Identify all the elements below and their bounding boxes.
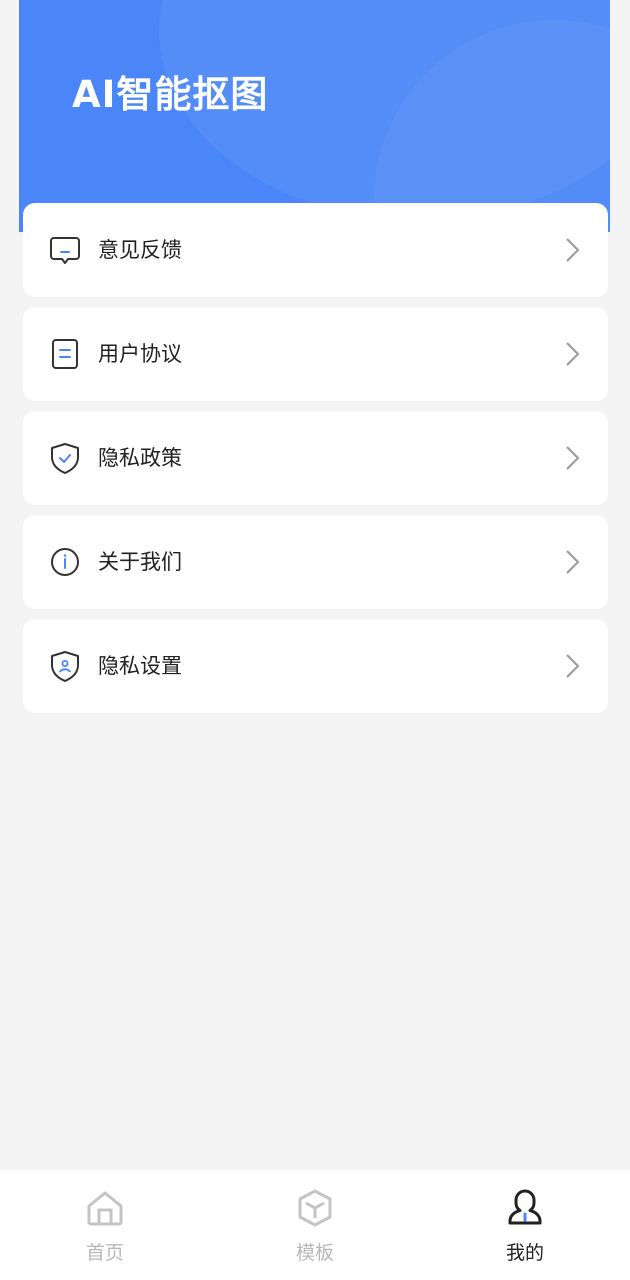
page-title: AI智能抠图 bbox=[72, 73, 269, 116]
menu-item-feedback[interactable]: 意见反馈 bbox=[23, 203, 608, 297]
menu-item-about-us[interactable]: 关于我们 bbox=[23, 515, 608, 609]
document-icon bbox=[52, 339, 78, 369]
menu-item-user-agreement[interactable]: 用户协议 bbox=[23, 307, 608, 401]
chevron-right-icon bbox=[566, 238, 580, 262]
menu-item-label: 隐私设置 bbox=[98, 654, 182, 678]
profile-header: AI智能抠图 bbox=[19, 0, 610, 232]
chevron-right-icon bbox=[566, 550, 580, 574]
home-icon bbox=[87, 1191, 123, 1226]
tab-label: 模板 bbox=[295, 1242, 334, 1264]
shield-user-icon bbox=[51, 651, 79, 682]
menu-item-label: 关于我们 bbox=[98, 550, 182, 574]
info-icon bbox=[51, 548, 79, 576]
menu-item-label: 隐私政策 bbox=[98, 446, 182, 470]
chevron-right-icon bbox=[566, 342, 580, 366]
shield-check-icon bbox=[51, 443, 79, 474]
tab-home[interactable]: 首页 bbox=[0, 1170, 210, 1280]
user-icon bbox=[508, 1189, 542, 1225]
tab-templates[interactable]: 模板 bbox=[210, 1170, 420, 1280]
cube-icon bbox=[298, 1189, 332, 1227]
menu-item-label: 用户协议 bbox=[98, 342, 182, 366]
tab-profile[interactable]: 我的 bbox=[420, 1170, 630, 1280]
menu-item-privacy-settings[interactable]: 隐私设置 bbox=[23, 619, 608, 713]
menu-item-privacy-policy[interactable]: 隐私政策 bbox=[23, 411, 608, 505]
tab-label: 首页 bbox=[85, 1242, 124, 1264]
chevron-right-icon bbox=[566, 446, 580, 470]
settings-menu: 意见反馈 用户协议 隐私政策 关于我们 隐私设置 bbox=[23, 203, 608, 723]
bottom-tab-bar: 首页 模板 我的 bbox=[0, 1170, 630, 1280]
tab-label: 我的 bbox=[505, 1242, 544, 1264]
menu-item-label: 意见反馈 bbox=[98, 238, 182, 262]
feedback-icon bbox=[50, 237, 80, 264]
chevron-right-icon bbox=[566, 654, 580, 678]
